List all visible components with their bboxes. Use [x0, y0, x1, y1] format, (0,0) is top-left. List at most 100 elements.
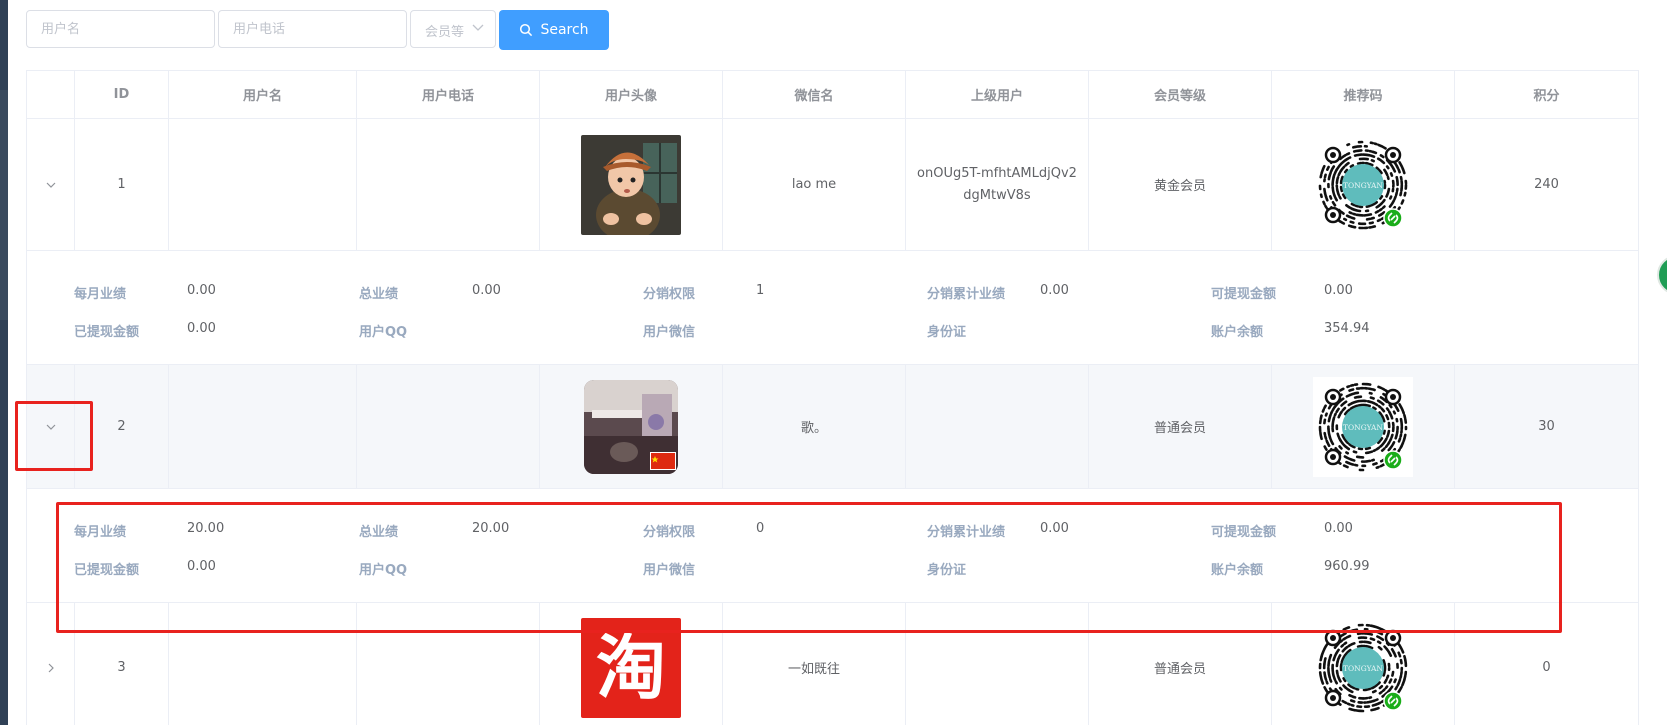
detail-label: 可提现金额: [1211, 525, 1277, 540]
chevron-right-icon: [48, 663, 54, 672]
cell-referral-code: TONGYAN: [1272, 365, 1455, 488]
qr-code-graphic: TONGYAN: [1313, 617, 1413, 718]
cell-phone: [357, 119, 540, 250]
qr-code-graphic: TONGYAN: [1313, 134, 1413, 235]
referral-qr-code[interactable]: TONGYAN: [1313, 134, 1413, 235]
row-detail: 每月业绩 0.00 总业绩 0.00 分销权限 1 分销累计业绩 0.00 可提…: [27, 251, 1638, 365]
detail-value: 0.00: [187, 559, 216, 574]
detail-value: 20.00: [187, 521, 225, 536]
detail-label: 身份证: [927, 563, 967, 578]
search-button[interactable]: Search: [499, 10, 609, 50]
username-field[interactable]: [26, 10, 215, 48]
detail-value: 0: [756, 521, 765, 536]
detail-label: 分销权限: [643, 287, 696, 302]
header-avatar: 用户头像: [540, 71, 723, 118]
detail-label: 已提现金额: [74, 563, 140, 578]
phone-input[interactable]: [219, 11, 406, 47]
qr-center-label: TONGYAN: [1343, 423, 1383, 432]
row-detail: 每月业绩 20.00 总业绩 20.00 分销权限 0 分销累计业绩 0.00 …: [27, 489, 1638, 603]
cell-referral-code: TONGYAN: [1272, 603, 1455, 725]
cell-username: [169, 365, 357, 488]
chevron-down-icon: [46, 424, 55, 430]
member-level-placeholder: 会员等: [425, 25, 465, 40]
cell-member-level: 普通会员: [1089, 365, 1272, 488]
qr-center-label: TONGYAN: [1343, 664, 1383, 673]
table-row[interactable]: 1 lao me onOUg5T-mfhtAMLdjQv2dgMtwV8s 黄金…: [27, 119, 1638, 251]
cell-wechat-name: 歌。: [723, 365, 906, 488]
chevron-down-icon: [46, 182, 55, 188]
detail-label: 分销累计业绩: [927, 525, 1006, 540]
header-referral-code: 推荐码: [1272, 71, 1455, 118]
detail-value: 20.00: [472, 521, 510, 536]
cell-avatar: 淘: [540, 603, 723, 725]
referral-qr-code[interactable]: TONGYAN: [1313, 617, 1413, 718]
cell-points: 30: [1538, 419, 1555, 434]
app-sidebar-edge: [0, 0, 8, 725]
detail-label: 分销权限: [643, 525, 696, 540]
cell-points: 0: [1542, 660, 1551, 675]
cell-username: [169, 603, 357, 725]
cell-referral-code: TONGYAN: [1272, 119, 1455, 250]
detail-label: 总业绩: [359, 525, 399, 540]
header-phone: 用户电话: [357, 71, 540, 118]
search-button-label: Search: [540, 22, 589, 38]
cell-phone: [357, 365, 540, 488]
detail-label: 用户微信: [643, 325, 696, 340]
expand-toggle[interactable]: [27, 119, 75, 250]
cell-avatar: [540, 119, 723, 250]
header-expand: [27, 71, 75, 118]
cell-wechat-name: 一如既往: [723, 603, 906, 725]
detail-label: 总业绩: [359, 287, 399, 302]
floating-action-button[interactable]: [1657, 255, 1667, 295]
cell-wechat-name: lao me: [723, 119, 906, 250]
taobao-logo-text: 淘: [596, 626, 666, 709]
parent-user-text: onOUg5T-mfhtAMLdjQv2dgMtwV8s: [917, 165, 1077, 203]
cell-id: 2: [75, 365, 169, 488]
detail-label: 可提现金额: [1211, 287, 1277, 302]
cell-username: [169, 119, 357, 250]
header-points: 积分: [1533, 89, 1560, 104]
referral-qr-code[interactable]: TONGYAN: [1313, 376, 1413, 477]
detail-value: 0.00: [187, 283, 216, 298]
cell-avatar: [540, 365, 723, 488]
detail-value: 0.00: [1040, 283, 1069, 298]
cell-parent-user: [906, 603, 1089, 725]
cell-member-level: 黄金会员: [1089, 119, 1272, 250]
chevron-down-icon: [472, 24, 484, 31]
qr-center-label: TONGYAN: [1343, 181, 1383, 190]
detail-label: 账户余额: [1211, 563, 1264, 578]
avatar[interactable]: 淘: [581, 617, 681, 718]
detail-value: 0.00: [1040, 521, 1069, 536]
cell-parent-user: onOUg5T-mfhtAMLdjQv2dgMtwV8s: [906, 119, 1089, 250]
detail-label: 每月业绩: [74, 525, 127, 540]
user-table: ID 用户名 用户电话 用户头像 微信名 上级用户 会员等级 推荐码 积分 1: [26, 70, 1639, 725]
detail-value: 0.00: [1324, 283, 1353, 298]
cell-id: 1: [75, 119, 169, 250]
avatar[interactable]: [581, 134, 681, 235]
avatar[interactable]: [584, 379, 678, 474]
header-parent-user: 上级用户: [906, 71, 1089, 118]
cell-id: 3: [75, 603, 169, 725]
cell-points: 240: [1534, 177, 1559, 192]
detail-label: 每月业绩: [74, 287, 127, 302]
table-header: ID 用户名 用户电话 用户头像 微信名 上级用户 会员等级 推荐码 积分: [27, 71, 1638, 119]
search-icon: [520, 23, 533, 37]
phone-field[interactable]: [218, 10, 407, 48]
header-username: 用户名: [169, 71, 357, 118]
expand-toggle[interactable]: [27, 365, 75, 488]
cell-member-level: 普通会员: [1089, 603, 1272, 725]
detail-label: 分销累计业绩: [927, 287, 1006, 302]
header-member-level: 会员等级: [1089, 71, 1272, 118]
detail-label: 账户余额: [1211, 325, 1264, 340]
detail-label: 用户QQ: [359, 325, 408, 340]
detail-value: 0.00: [187, 321, 216, 336]
expand-toggle[interactable]: [27, 603, 75, 725]
header-id: ID: [75, 71, 169, 118]
username-input[interactable]: [27, 11, 214, 47]
detail-value: 1: [756, 283, 765, 298]
detail-label: 用户微信: [643, 563, 696, 578]
member-level-select[interactable]: 会员等: [410, 10, 496, 48]
table-row[interactable]: 2 歌。 普通会员 TONGYAN 30: [27, 365, 1638, 489]
detail-label: 已提现金额: [74, 325, 140, 340]
table-row[interactable]: 3 淘 一如既往 普通会员 TONGYAN 0: [27, 603, 1638, 725]
